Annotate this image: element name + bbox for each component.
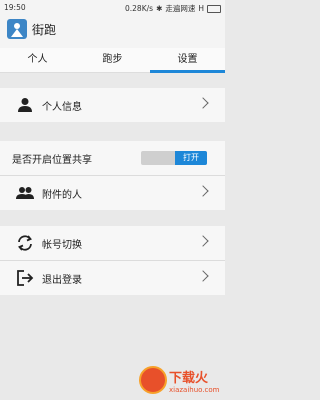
tab-settings[interactable]: 设置: [150, 48, 225, 73]
logout-row[interactable]: 退出登录: [0, 261, 225, 295]
settings-group-personal: 个人信息: [0, 88, 225, 122]
location-share-label: 是否开启位置共享: [12, 155, 92, 166]
tab-personal[interactable]: 个人: [0, 48, 75, 72]
chevron-right-icon: [197, 270, 209, 282]
location-share-row: 是否开启位置共享 打开: [0, 141, 225, 176]
personal-info-row[interactable]: 个人信息: [0, 88, 225, 122]
settings-group-location: 是否开启位置共享 打开 附件的人: [0, 141, 225, 210]
app-title: 街跑: [32, 23, 57, 37]
logout-icon: [16, 269, 34, 287]
nearby-people-label: 附件的人: [42, 190, 82, 201]
battery-letter: H: [198, 4, 204, 13]
status-bar: 19:50 0.28K/s ✱ 走遍网速 H: [0, 0, 225, 16]
watermark-logo-icon: [139, 366, 167, 394]
bluetooth-icon: ✱: [156, 4, 163, 13]
chevron-right-icon: [197, 97, 209, 109]
logout-label: 退出登录: [42, 275, 82, 286]
switch-account-row[interactable]: 帐号切换: [0, 226, 225, 261]
sync-icon: [16, 234, 34, 252]
location-share-toggle[interactable]: 打开: [141, 151, 207, 165]
tab-running[interactable]: 跑步: [75, 48, 150, 72]
switch-account-label: 帐号切换: [42, 240, 82, 251]
chevron-right-icon: [197, 235, 209, 247]
people-icon: [16, 184, 34, 202]
carrier-name: 走遍网速: [165, 4, 196, 13]
nearby-people-row[interactable]: 附件的人: [0, 176, 225, 210]
personal-info-label: 个人信息: [42, 102, 82, 113]
status-right: 0.28K/s ✱ 走遍网速 H: [125, 3, 221, 14]
watermark-text: 下载火: [169, 371, 209, 386]
toggle-on-label: 打开: [175, 151, 207, 165]
status-time: 19:50: [4, 3, 26, 12]
app-logo-icon: [7, 19, 27, 39]
app-bar: 街跑: [0, 16, 225, 48]
person-icon: [16, 96, 34, 114]
watermark-sub: xiazaihuo.com: [169, 386, 220, 394]
settings-group-account: 帐号切换 退出登录: [0, 226, 225, 295]
chevron-right-icon: [197, 185, 209, 197]
watermark: 下载火 xiazaihuo.com: [135, 364, 225, 400]
tab-bar: 个人 跑步 设置: [0, 48, 225, 73]
network-speed: 0.28K/s: [125, 4, 154, 13]
battery-icon: [207, 4, 221, 13]
